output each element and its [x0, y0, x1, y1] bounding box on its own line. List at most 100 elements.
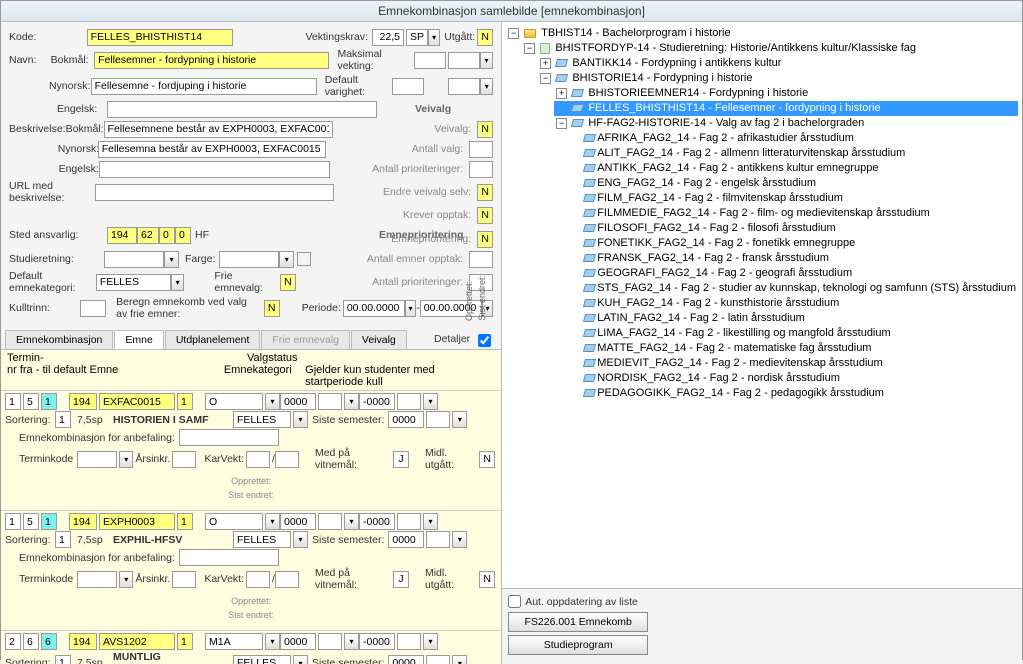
per2b-input[interactable]: [397, 393, 421, 410]
tree-leaf[interactable]: GEOGRAFI_FAG2_14 - Fag 2 - geografi årss…: [582, 266, 1018, 281]
terminkode-dropdown[interactable]: ▾: [119, 571, 133, 588]
siste2-input[interactable]: [426, 531, 450, 548]
tree-node[interactable]: + BHISTORIEEMNER14 - Fordypning i histor…: [554, 86, 1018, 101]
emnekode-input[interactable]: [99, 513, 175, 530]
navn-nynorsk-input[interactable]: [91, 78, 317, 95]
tree-leaf[interactable]: MEDIEVIT_FAG2_14 - Fag 2 - medievitenska…: [582, 356, 1018, 371]
tree-leaf[interactable]: ANTIKK_FAG2_14 - Fag 2 - antikkens kultu…: [582, 161, 1018, 176]
sortering-input[interactable]: [55, 655, 71, 664]
per1-input[interactable]: [280, 513, 316, 530]
besk-engelsk-input[interactable]: [99, 161, 331, 178]
til-input[interactable]: [23, 633, 39, 650]
sted4-input[interactable]: [175, 227, 191, 244]
per2-dropdown[interactable]: ▾: [423, 393, 438, 410]
karvekt2-input[interactable]: [275, 571, 299, 588]
tree-leaf[interactable]: FILMMEDIE_FAG2_14 - Fag 2 - film- og med…: [582, 206, 1018, 221]
farge-dropdown[interactable]: ▾: [279, 251, 294, 268]
sp-dropdown[interactable]: ▾: [428, 29, 440, 46]
karvekt1-input[interactable]: [246, 571, 270, 588]
terminkode-dropdown[interactable]: ▾: [119, 451, 133, 468]
tree-node-selected[interactable]: FELLES_BHISTHIST14 - Fellesemner - fordy…: [554, 101, 1018, 116]
tree-node[interactable]: − BHISTORIE14 - Fordypning i historie: [538, 71, 1018, 86]
terminkode-input[interactable]: [77, 451, 117, 468]
siste-dropdown[interactable]: ▾: [452, 531, 467, 548]
krever-opptak-input[interactable]: [477, 207, 493, 224]
antall-emner-input[interactable]: [469, 251, 493, 268]
tree-view[interactable]: − TBHIST14 - Bachelorprogram i historie …: [502, 22, 1022, 588]
frie-emnevalg-input[interactable]: [280, 274, 296, 291]
varighet-dropdown[interactable]: ▾: [480, 78, 493, 95]
siste2-input[interactable]: [426, 655, 450, 664]
antall-valg-input[interactable]: [469, 141, 493, 158]
default-input[interactable]: [41, 393, 57, 410]
per1b-input[interactable]: [318, 393, 342, 410]
inst-input[interactable]: [69, 633, 97, 650]
midl-utgatt-input[interactable]: [479, 451, 495, 468]
sp-input[interactable]: [406, 29, 428, 46]
tree-leaf[interactable]: NORDISK_FAG2_14 - Fag 2 - nordisk årsstu…: [582, 371, 1018, 386]
tree-leaf[interactable]: FILM_FAG2_14 - Fag 2 - filmvitenskap års…: [582, 191, 1018, 206]
expander-icon[interactable]: −: [508, 28, 519, 39]
tree-leaf[interactable]: ALIT_FAG2_14 - Fag 2 - allmenn litteratu…: [582, 146, 1018, 161]
sted2-input[interactable]: [137, 227, 159, 244]
expander-icon[interactable]: −: [540, 73, 551, 84]
siste-dropdown[interactable]: ▾: [452, 411, 467, 428]
karvekt2-input[interactable]: [275, 451, 299, 468]
per1-input[interactable]: [280, 633, 316, 650]
default-input[interactable]: [41, 513, 57, 530]
arsinkr-input[interactable]: [172, 451, 196, 468]
tree-leaf[interactable]: FILOSOFI_FAG2_14 - Fag 2 - filosofi årss…: [582, 221, 1018, 236]
status-dropdown[interactable]: ▾: [265, 513, 280, 530]
tree-leaf[interactable]: ENG_FAG2_14 - Fag 2 - engelsk årsstudium: [582, 176, 1018, 191]
maks-dropdown[interactable]: ▾: [480, 52, 493, 69]
fra-input[interactable]: [5, 393, 21, 410]
siste-input[interactable]: [388, 531, 424, 548]
tree-leaf[interactable]: FRANSK_FAG2_14 - Fag 2 - fransk årsstudi…: [582, 251, 1018, 266]
status-input[interactable]: [205, 633, 263, 650]
maksimal-vekting-input[interactable]: [414, 52, 446, 69]
default-input[interactable]: [41, 633, 57, 650]
farge-input[interactable]: [219, 251, 279, 268]
tree-leaf[interactable]: AFRIKA_FAG2_14 - Fag 2 - afrikastudier å…: [582, 131, 1018, 146]
url-input[interactable]: [95, 184, 334, 201]
emnekode-input[interactable]: [99, 393, 175, 410]
emnekomb-button[interactable]: FS226.001 Emnekomb: [508, 612, 648, 632]
vitnemal-input[interactable]: [393, 451, 409, 468]
status-dropdown[interactable]: ▾: [265, 393, 280, 410]
periode-fra-input[interactable]: [343, 300, 405, 317]
per1-dropdown[interactable]: ▾: [344, 393, 359, 410]
besk-nynorsk-input[interactable]: [98, 141, 326, 158]
sortering-input[interactable]: [55, 411, 71, 428]
default-emnekat-dropdown[interactable]: ▾: [171, 274, 185, 291]
per2b-input[interactable]: [397, 633, 421, 650]
detaljer-checkbox[interactable]: [478, 334, 491, 347]
per1-dropdown[interactable]: ▾: [344, 633, 359, 650]
tree-leaf[interactable]: FONETIKK_FAG2_14 - Fag 2 - fonetikk emne…: [582, 236, 1018, 251]
sted3-input[interactable]: [159, 227, 175, 244]
inst-input[interactable]: [69, 513, 97, 530]
anbefaling-input[interactable]: [179, 429, 279, 446]
maksimal-vekting-unit[interactable]: [448, 52, 480, 69]
vitnemal-input[interactable]: [393, 571, 409, 588]
kategori-input[interactable]: [233, 531, 291, 548]
navn-engelsk-input[interactable]: [107, 101, 377, 118]
fra-input[interactable]: [5, 633, 21, 650]
emnekode-input[interactable]: [99, 633, 175, 650]
tab-emnekombinasjon[interactable]: Emnekombinasjon: [5, 330, 113, 349]
tree-root[interactable]: − TBHIST14 - Bachelorprogram i historie: [506, 26, 1018, 41]
inst-input[interactable]: [69, 393, 97, 410]
version-input[interactable]: [177, 513, 193, 530]
per2-input[interactable]: [359, 633, 395, 650]
per1b-input[interactable]: [318, 633, 342, 650]
tab-utdplanelement[interactable]: Utdplanelement: [165, 330, 261, 349]
sortering-input[interactable]: [55, 531, 71, 548]
expander-icon[interactable]: +: [556, 88, 567, 99]
siste2-input[interactable]: [426, 411, 450, 428]
expander-icon[interactable]: −: [556, 118, 567, 129]
tree-leaf[interactable]: MATTE_FAG2_14 - Fag 2 - matematiske fag …: [582, 341, 1018, 356]
per2b-input[interactable]: [397, 513, 421, 530]
beregn-input[interactable]: [264, 300, 280, 317]
per2-dropdown[interactable]: ▾: [423, 513, 438, 530]
anbefaling-input[interactable]: [179, 549, 279, 566]
status-dropdown[interactable]: ▾: [265, 633, 280, 650]
